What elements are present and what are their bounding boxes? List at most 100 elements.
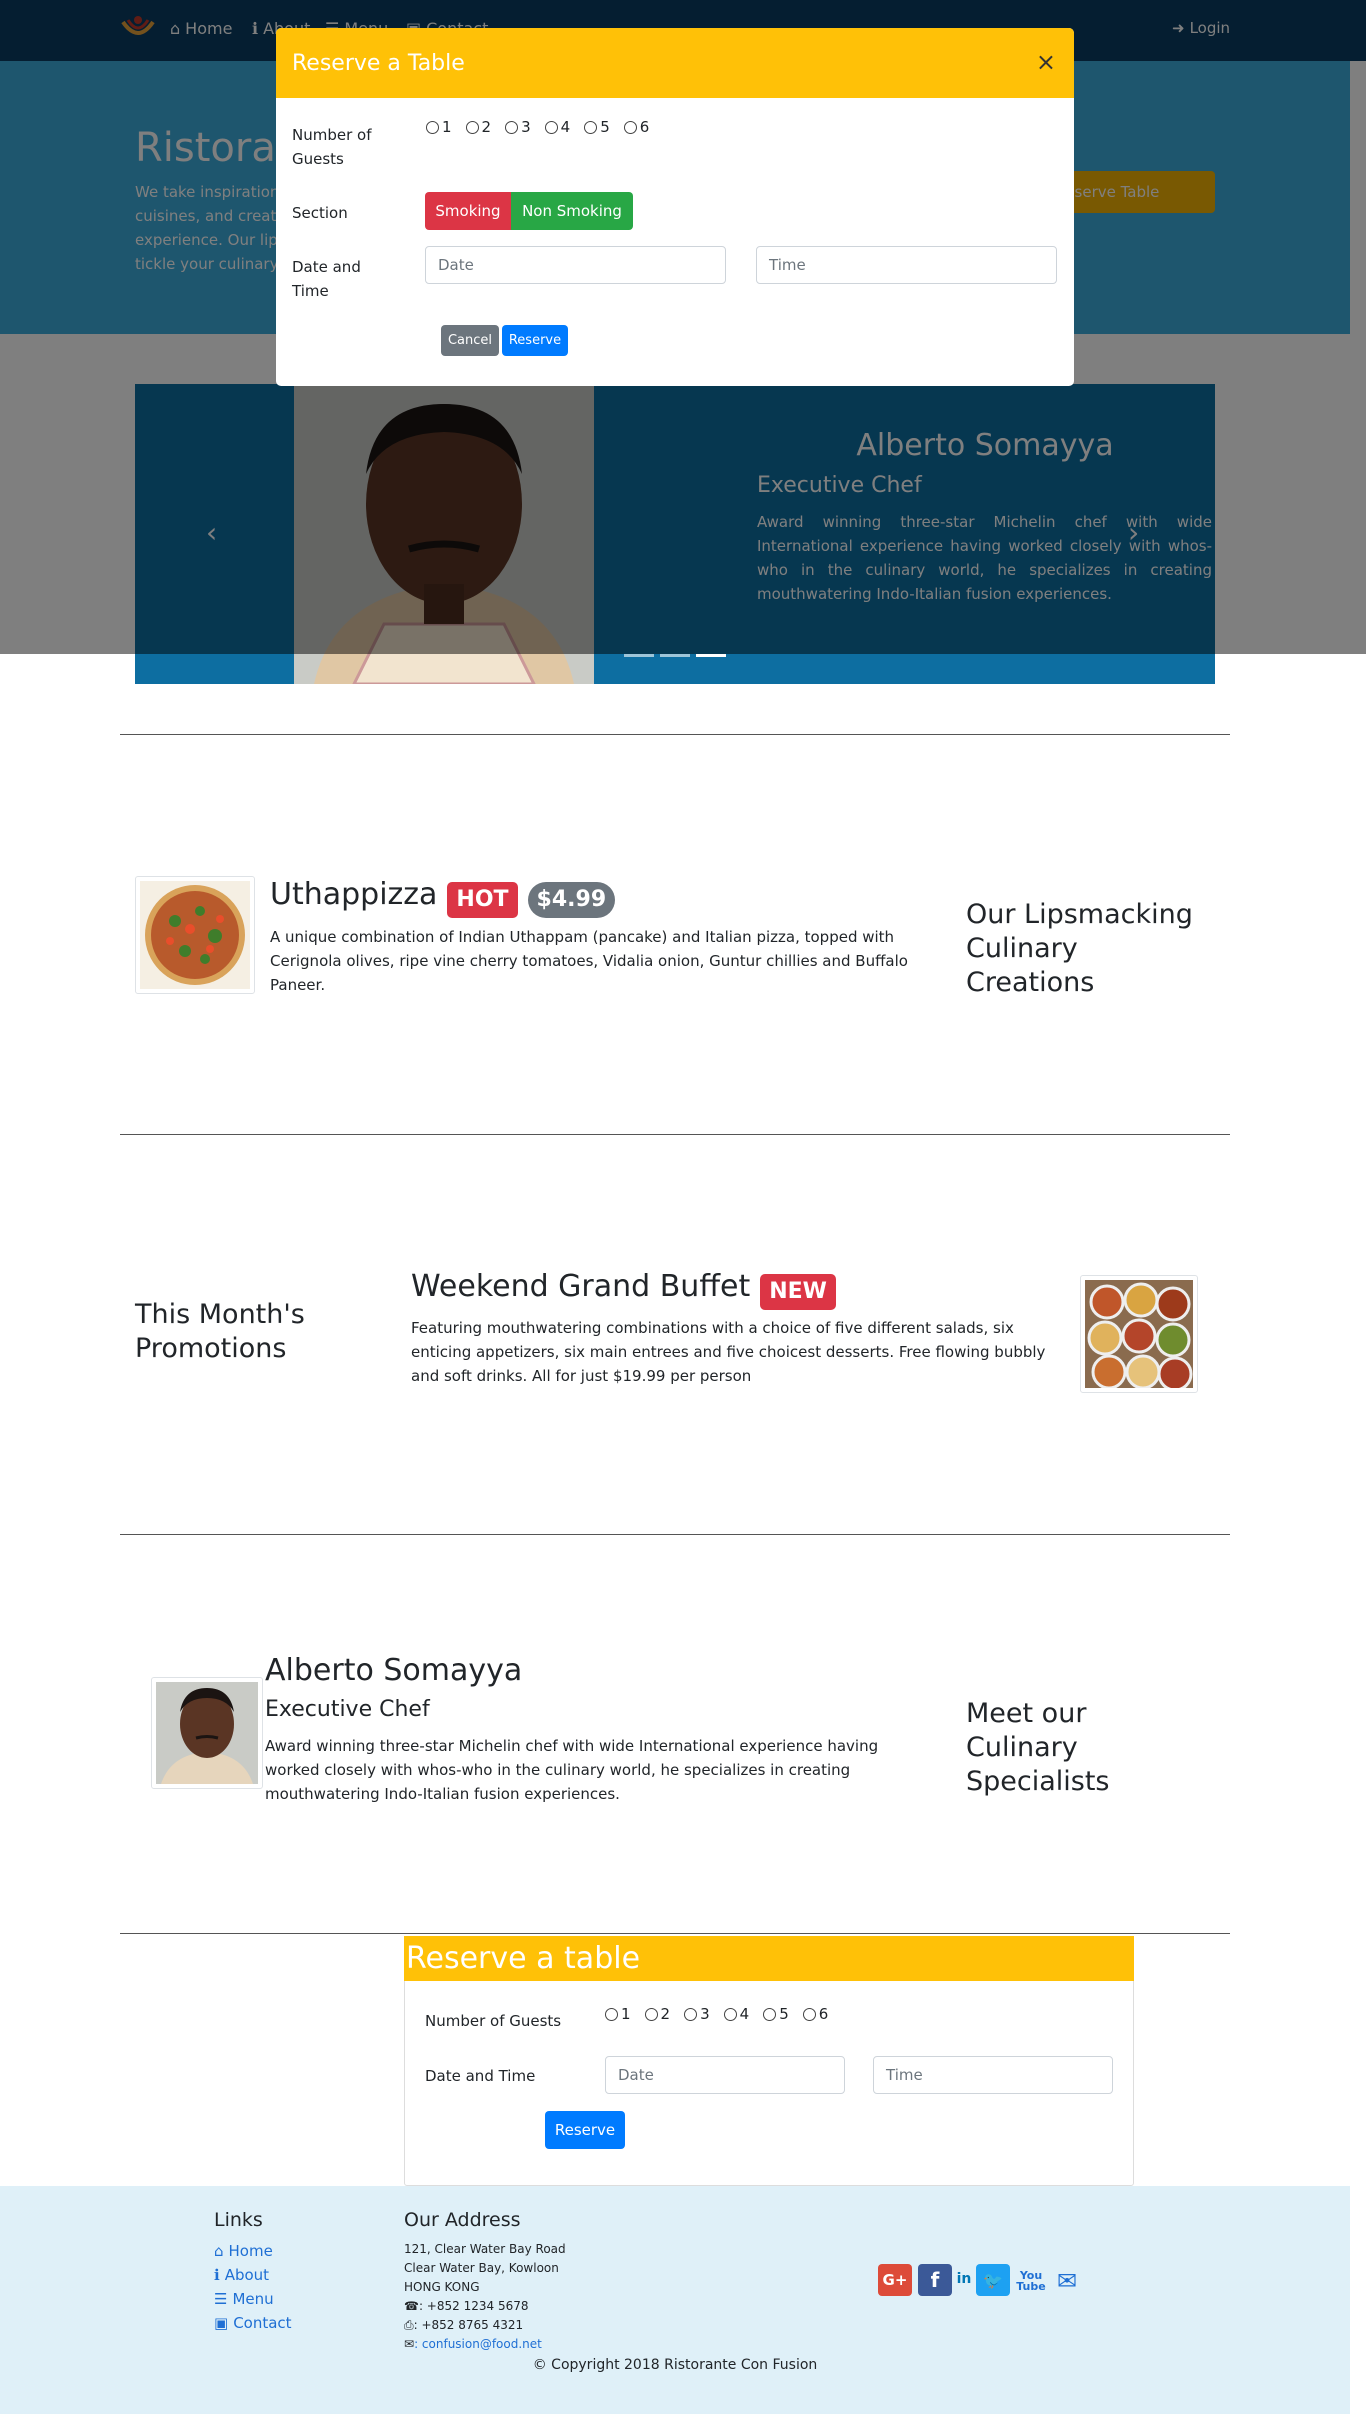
email-link[interactable]: : confusion@food.net [414,2337,542,2351]
non-smoking-toggle[interactable]: Non Smoking [511,192,633,230]
footer-link-contact[interactable]: ▣ Contact [214,2311,292,2335]
fax-line: ⎙: +852 8765 4321 [404,2316,566,2335]
address-line: HONG KONG [404,2280,480,2294]
guests-radio[interactable]: 5 [584,118,610,136]
fax-text: : +852 8765 4321 [413,2318,524,2332]
leader-name: Alberto Somayya [265,1653,523,1688]
radio-label: 5 [600,118,610,136]
card-guests-radio[interactable]: 6 [802,2005,829,2023]
dish-name: Uthappizza [270,877,438,912]
footer-link-about[interactable]: ℹ About [214,2263,292,2287]
radio-label: 2 [481,118,492,136]
card-guests-radio-group: 1 2 3 4 5 6 [605,2005,828,2023]
guests-radio[interactable]: 2 [465,118,492,136]
guests-radio-group: 1 2 3 4 5 6 [426,118,649,136]
radio-label: 3 [521,118,531,136]
footer-link-label: Home [228,2242,273,2260]
carousel-indicator[interactable] [624,654,654,657]
address-line: Clear Water Bay, Kowloon [404,2261,559,2275]
price-badge: $4.99 [527,881,616,918]
linkedin-icon[interactable]: in [956,2268,972,2290]
card-guests-label: Number of Guests [425,2012,562,2030]
guests-radio[interactable]: 4 [544,118,571,136]
radio-label: 6 [818,2005,829,2023]
new-badge: NEW [760,1273,836,1310]
copyright: © Copyright 2018 Ristorante Con Fusion [532,2357,818,2373]
dish-section-heading: Our Lipsmacking Culinary Creations [966,899,1193,998]
carousel-indicator[interactable] [660,654,690,657]
modal-title: Reserve a Table [276,28,1074,98]
phone-icon: ☎ [404,2299,419,2313]
facebook-icon[interactable]: f [918,2264,952,2296]
fax-icon: ⎙ [404,2318,414,2332]
dish-heading: Uthappizza HOT $4.99 [270,877,616,918]
radio-label: 1 [621,2005,631,2023]
footer-link-home[interactable]: ⌂ Home [214,2239,292,2263]
section-label: Section [292,204,348,222]
footer-links-heading: Links [214,2209,263,2231]
guests-radio[interactable]: 6 [623,118,650,136]
info-icon: ℹ [214,2266,220,2284]
modal-reserve-button[interactable]: Reserve [502,325,568,356]
guests-radio[interactable]: 3 [505,118,531,136]
home-icon: ⌂ [214,2242,224,2260]
envelope-icon: ✉ [404,2337,415,2351]
card-guests-radio[interactable]: 1 [605,2005,631,2023]
card-reserve-button[interactable]: Reserve [545,2111,625,2149]
card-guests-radio[interactable]: 4 [723,2005,750,2023]
phone-line: ☎: +852 1234 5678 [404,2297,566,2316]
promotion-description: Featuring mouthwatering combinations wit… [411,1319,1046,1385]
address-line: 121, Clear Water Bay Road [404,2242,566,2256]
email-line: ✉: confusion@food.net [404,2335,566,2354]
footer-link-label: Contact [233,2314,292,2332]
reserve-card-title: Reserve a table [404,1936,1134,1981]
leader-image [151,1677,263,1789]
leader-section-heading: Meet our Culinary Specialists [966,1698,1110,1797]
footer [0,2186,1350,2414]
address-card-icon: ▣ [214,2314,229,2332]
card-time-input[interactable]: Time [873,2056,1113,2094]
radio-label: 6 [639,118,650,136]
dish-image [135,876,255,994]
radio-label: 3 [700,2005,710,2023]
close-icon[interactable]: × [1036,48,1056,76]
radio-label: 4 [739,2005,750,2023]
youtube-icon[interactable]: You Tube [1016,2268,1045,2294]
card-date-input[interactable]: Date [605,2056,845,2094]
phone-text: : +852 1234 5678 [418,2299,529,2313]
card-guests-radio[interactable]: 2 [644,2005,671,2023]
leader-description: Award winning three-star Michelin chef w… [265,1737,879,1803]
divider [120,734,1230,735]
reserve-modal: Reserve a Table × Number of Guests 1 2 3… [276,28,1074,386]
radio-label: 2 [660,2005,671,2023]
google-plus-icon[interactable]: G+ [878,2264,912,2296]
footer-link-label: Menu [232,2290,274,2308]
card-datetime-label: Date and Time [425,2067,536,2085]
divider [120,1534,1230,1535]
card-guests-radio[interactable]: 3 [684,2005,710,2023]
hot-badge: HOT [447,881,518,918]
footer-links: ⌂ Home ℹ About ☰ Menu ▣ Contact [214,2239,292,2335]
radio-label: 4 [560,118,571,136]
radio-label: 5 [779,2005,789,2023]
footer-link-menu[interactable]: ☰ Menu [214,2287,292,2311]
footer-address-heading: Our Address [404,2209,521,2231]
datetime-label: Date and Time [292,258,361,300]
mail-icon[interactable]: ✉ [1053,2267,1081,2295]
guests-radio[interactable]: 1 [426,118,452,136]
smoking-toggle[interactable]: Smoking [425,192,511,230]
list-icon: ☰ [214,2290,228,2308]
promotion-heading: Weekend Grand Buffet NEW [411,1269,836,1310]
promotion-image [1080,1275,1198,1393]
date-input[interactable]: Date [425,246,726,284]
leader-designation: Executive Chef [265,1697,430,1722]
cancel-button[interactable]: Cancel [441,325,499,356]
footer-address: 121, Clear Water Bay Road Clear Water Ba… [404,2240,566,2354]
guests-label: Number of Guests [292,126,372,168]
time-input[interactable]: Time [756,246,1057,284]
carousel-indicator-active[interactable] [696,654,726,657]
divider [120,1933,1230,1934]
twitter-icon[interactable]: 🐦 [976,2264,1010,2296]
radio-label: 1 [442,118,452,136]
card-guests-radio[interactable]: 5 [763,2005,789,2023]
